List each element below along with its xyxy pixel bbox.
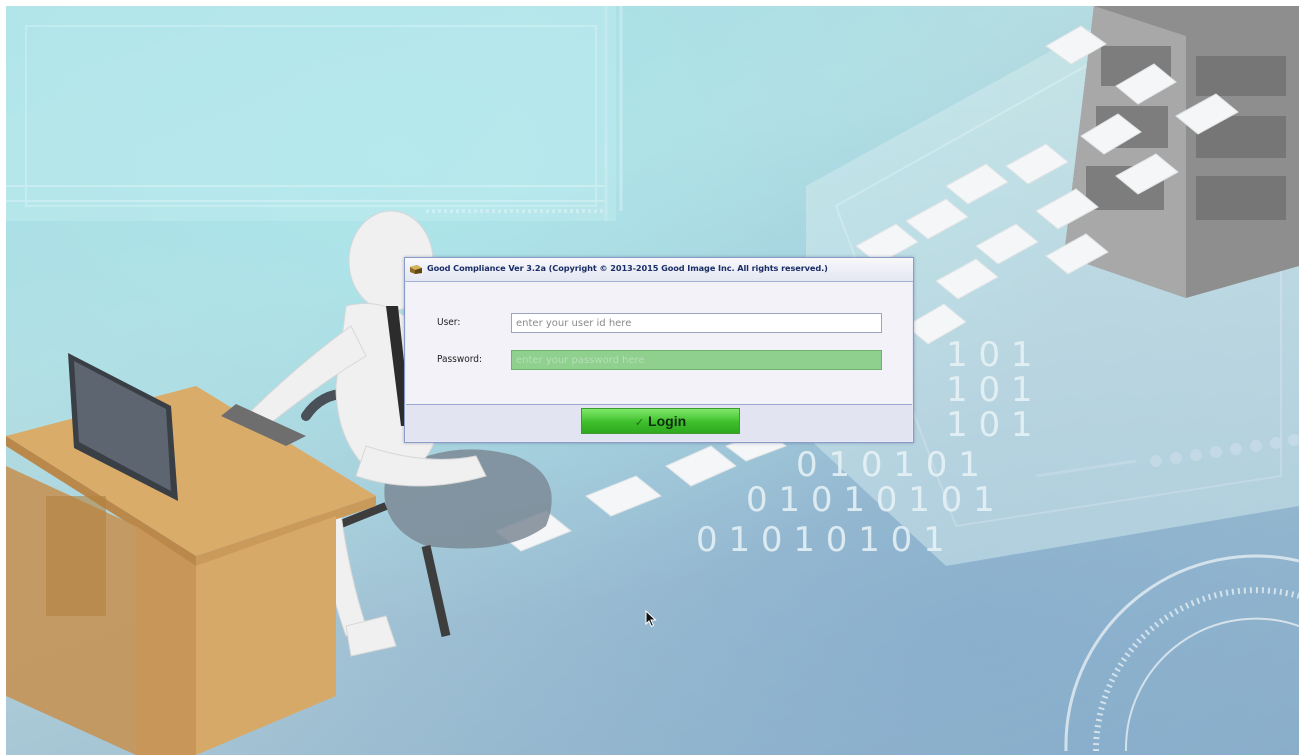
user-label: User: <box>437 317 461 328</box>
dialog-button-bar: ✓ Login <box>406 405 912 441</box>
mouse-cursor-icon <box>645 610 657 628</box>
desk <box>6 386 376 755</box>
gauge-arcs <box>1064 554 1299 752</box>
desktop: 1 0 1 1 0 1 1 0 1 0 1 0 1 0 1 0 1 0 1 0 … <box>0 0 1299 755</box>
check-icon: ✓ <box>634 417 645 429</box>
login-button[interactable]: ✓ Login <box>581 408 740 434</box>
login-dialog: Good Compliance Ver 3.2a (Copyright © 20… <box>404 257 914 443</box>
svg-text:1 0 1: 1 0 1 <box>946 405 1033 445</box>
svg-text:0 1 0 1 0 1 0 1: 0 1 0 1 0 1 0 1 <box>746 480 995 520</box>
password-input[interactable] <box>511 350 882 370</box>
login-button-label: Login <box>648 413 687 429</box>
svg-text:1 0 1: 1 0 1 <box>946 335 1033 375</box>
dialog-titlebar: Good Compliance Ver 3.2a (Copyright © 20… <box>405 258 913 282</box>
circuit-board <box>6 6 623 221</box>
user-input[interactable] <box>511 313 882 333</box>
app-icon <box>410 265 422 274</box>
svg-text:0 1 0 1 0 1: 0 1 0 1 0 1 <box>796 445 980 485</box>
svg-text:0 1 0 1 0 1 0 1: 0 1 0 1 0 1 0 1 <box>696 520 945 560</box>
login-form: User: Password: <box>406 282 912 405</box>
password-label: Password: <box>437 354 482 365</box>
svg-text:1 0 1: 1 0 1 <box>946 370 1033 410</box>
dialog-title: Good Compliance Ver 3.2a (Copyright © 20… <box>427 263 828 273</box>
